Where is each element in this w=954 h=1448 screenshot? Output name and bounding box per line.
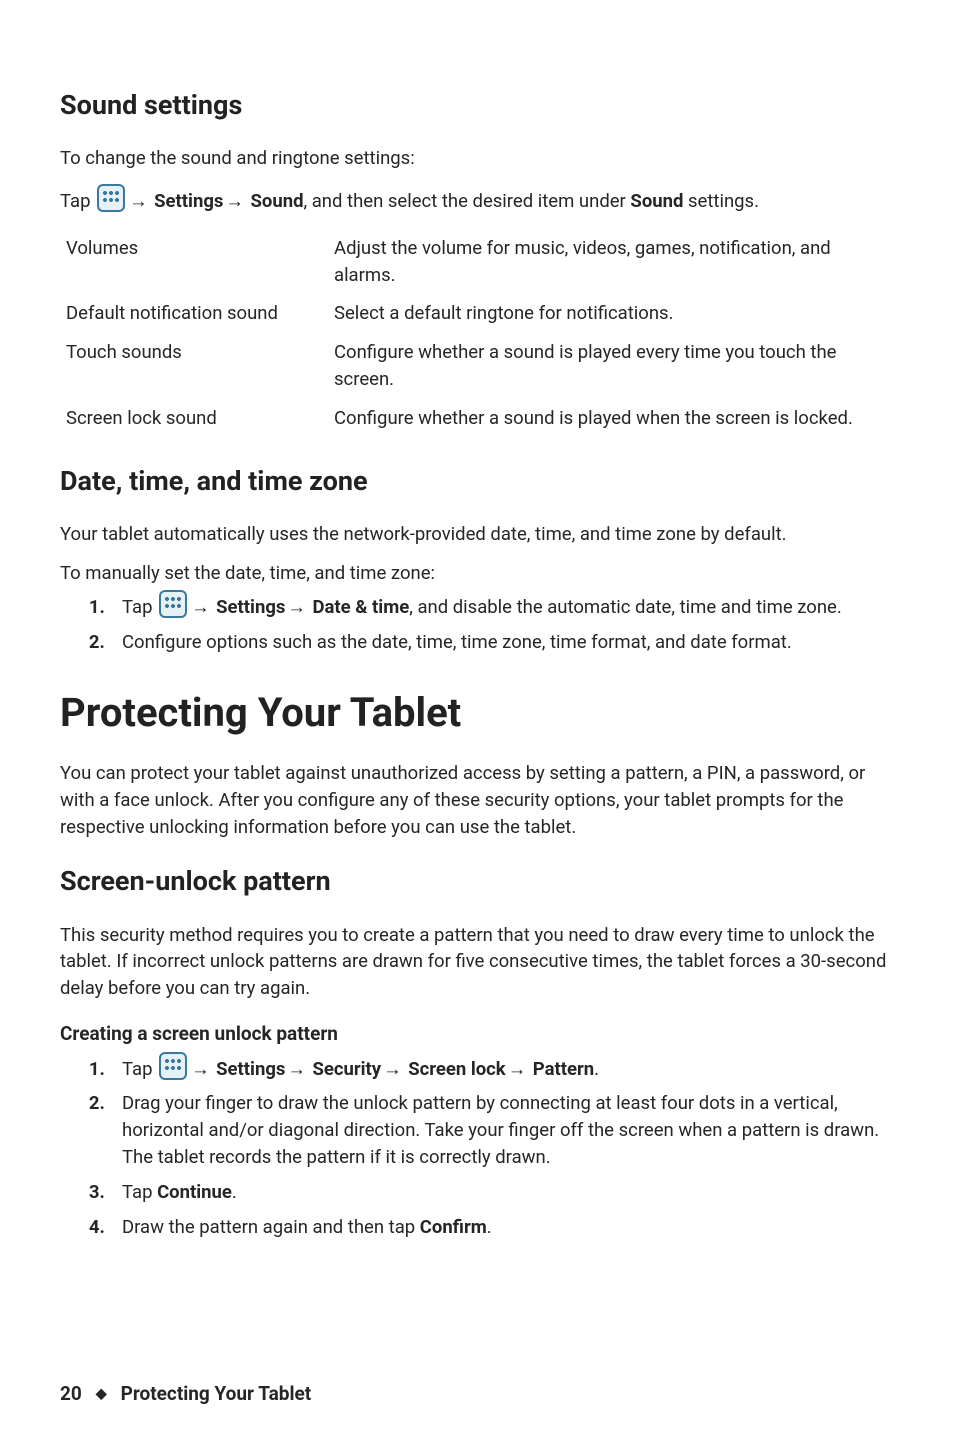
screen-unlock-heading: Screen-unlock pattern (60, 862, 894, 901)
arrow-icon: → (381, 1056, 404, 1083)
footer-title: Protecting Your Tablet (121, 1380, 312, 1408)
continue-label: Continue (157, 1181, 232, 1203)
row-desc: Select a default ringtone for notificati… (328, 294, 894, 333)
table-row: Volumes Adjust the volume for music, vid… (60, 229, 894, 295)
arrow-icon: → (189, 1056, 212, 1083)
date-para1: Your tablet automatically uses the netwo… (60, 521, 894, 548)
path-screen-lock: Screen lock (408, 1058, 505, 1080)
step-post: . (594, 1058, 599, 1080)
arrow-icon: → (223, 188, 246, 215)
table-row: Screen lock sound Configure whether a so… (60, 399, 894, 438)
sound-intro: To change the sound and ringtone setting… (60, 145, 894, 172)
step-pre: Tap (122, 596, 157, 618)
document-page: Sound settings To change the sound and r… (0, 0, 954, 1448)
path-settings: Settings (216, 1058, 285, 1080)
path-sound2: Sound (630, 190, 683, 212)
path-pattern: Pattern (533, 1058, 594, 1080)
creating-pattern-heading: Creating a screen unlock pattern (60, 1020, 894, 1048)
sound-tap-line: Tap → Settings→ Sound, and then select t… (60, 184, 894, 215)
row-desc: Adjust the volume for music, videos, gam… (328, 229, 894, 295)
step-pre: Tap (122, 1058, 157, 1080)
sound-settings-heading: Sound settings (60, 86, 894, 125)
tap-pre-text: Tap (60, 190, 95, 212)
date-steps-list: Tap → Settings→ Date & time, and disable… (60, 590, 894, 656)
row-label: Screen lock sound (60, 399, 328, 438)
arrow-icon: → (285, 1056, 308, 1083)
table-row: Default notification sound Select a defa… (60, 294, 894, 333)
sound-settings-table: Volumes Adjust the volume for music, vid… (60, 229, 894, 438)
pattern-para: This security method requires you to cre… (60, 922, 894, 1002)
apps-icon (159, 590, 187, 618)
step-post: , and disable the automatic date, time a… (409, 596, 842, 618)
protecting-heading: Protecting Your Tablet (60, 684, 894, 742)
step4-pre: Draw the pattern again and then tap (122, 1216, 420, 1238)
arrow-icon: → (127, 188, 150, 215)
list-item: Tap → Settings→ Security→ Screen lock→ P… (114, 1052, 894, 1083)
row-desc: Configure whether a sound is played ever… (328, 333, 894, 399)
step2b-text: The tablet records the pattern if it is … (122, 1146, 551, 1168)
step4-post: . (487, 1216, 492, 1238)
apps-icon (97, 184, 125, 212)
tap-mid-text: , and then select the desired item under (303, 190, 630, 212)
table-row: Touch sounds Configure whether a sound i… (60, 333, 894, 399)
arrow-icon: → (189, 594, 212, 621)
arrow-icon: → (506, 1056, 529, 1083)
page-number: 20 (60, 1380, 82, 1408)
list-item: Tap → Settings→ Date & time, and disable… (114, 590, 894, 621)
path-settings: Settings (154, 190, 223, 212)
page-footer: 20 ◆ Protecting Your Tablet (60, 1380, 894, 1408)
confirm-label: Confirm (420, 1216, 487, 1238)
apps-icon (159, 1052, 187, 1080)
pattern-steps-list: Tap → Settings→ Security→ Screen lock→ P… (60, 1052, 894, 1241)
date-para2: To manually set the date, time, and time… (60, 560, 894, 587)
step3-pre: Tap (122, 1181, 157, 1203)
date-time-heading: Date, time, and time zone (60, 462, 894, 501)
tap-post-text: settings. (683, 190, 759, 212)
path-date-time: Date & time (313, 596, 410, 618)
row-label: Volumes (60, 229, 328, 295)
list-item: Drag your finger to draw the unlock patt… (114, 1090, 894, 1170)
arrow-icon: → (285, 594, 308, 621)
list-item: Draw the pattern again and then tap Conf… (114, 1214, 894, 1241)
row-label: Default notification sound (60, 294, 328, 333)
path-sound: Sound (251, 190, 304, 212)
path-security: Security (313, 1058, 382, 1080)
row-label: Touch sounds (60, 333, 328, 399)
diamond-icon: ◆ (96, 1384, 107, 1404)
protecting-para: You can protect your tablet against unau… (60, 760, 894, 840)
step3-post: . (232, 1181, 237, 1203)
step2a-text: Drag your finger to draw the unlock patt… (122, 1092, 879, 1141)
row-desc: Configure whether a sound is played when… (328, 399, 894, 438)
path-settings: Settings (216, 596, 285, 618)
list-item: Configure options such as the date, time… (114, 629, 894, 656)
list-item: Tap Continue. (114, 1179, 894, 1206)
